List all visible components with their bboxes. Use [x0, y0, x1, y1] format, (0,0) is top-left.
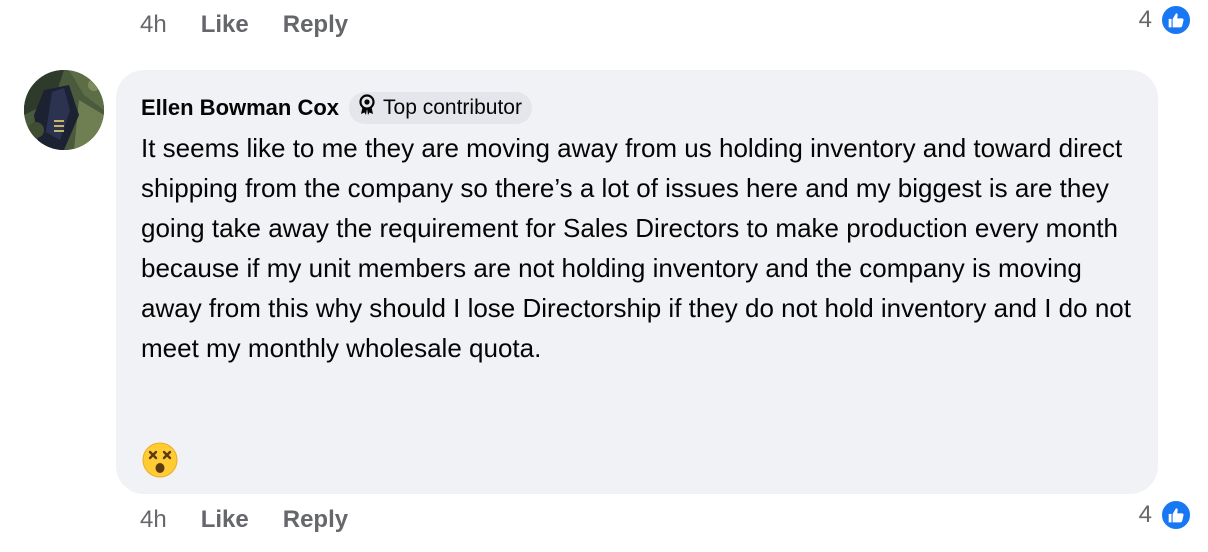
- author-name[interactable]: Ellen Bowman Cox: [141, 95, 339, 121]
- top-contributor-badge[interactable]: Top contributor: [349, 92, 532, 124]
- like-button[interactable]: Like: [201, 506, 249, 534]
- reply-button[interactable]: Reply: [283, 11, 348, 39]
- reply-button[interactable]: Reply: [283, 506, 348, 534]
- comment-header: Ellen Bowman Cox Top contributor: [141, 92, 1132, 124]
- comment-timestamp[interactable]: 4h: [140, 11, 167, 39]
- reaction-summary[interactable]: 4: [1139, 499, 1192, 531]
- comment-actions: 4h Like Reply: [140, 500, 348, 540]
- award-ribbon-icon: [357, 94, 377, 122]
- comment-thread: 4h Like Reply 4 Ellen Bowman Cox Top con…: [0, 0, 1208, 552]
- thumbs-up-icon: [1160, 499, 1192, 531]
- badge-label: Top contributor: [383, 96, 522, 119]
- comment-bubble: Ellen Bowman Cox Top contributor It seem…: [116, 70, 1158, 494]
- reaction-count: 4: [1138, 501, 1152, 528]
- comment-timestamp[interactable]: 4h: [140, 506, 167, 534]
- like-button[interactable]: Like: [201, 11, 249, 39]
- thumbs-up-icon: [1160, 4, 1192, 36]
- reaction-summary[interactable]: 4: [1139, 4, 1192, 36]
- comment-text: It seems like to me they are moving away…: [141, 133, 1131, 363]
- author-avatar[interactable]: [24, 70, 104, 150]
- reaction-count: 4: [1138, 6, 1152, 33]
- previous-comment-actions: 4h Like Reply: [140, 5, 348, 45]
- dizzy-face-emoji: [142, 442, 178, 478]
